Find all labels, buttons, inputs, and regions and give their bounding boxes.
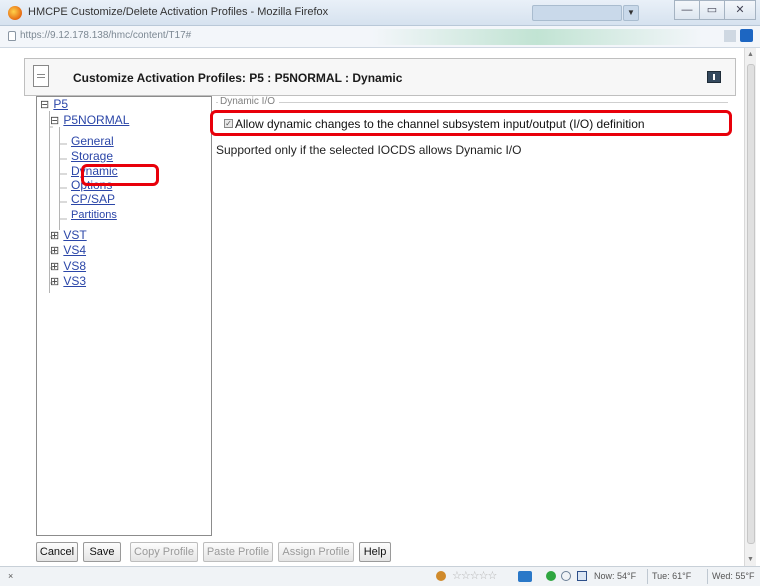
skype-icon[interactable] <box>518 571 532 582</box>
tree-node-label[interactable]: VS4 <box>63 243 86 257</box>
document-icon <box>33 65 49 87</box>
scrollbar-thumb[interactable] <box>747 64 755 544</box>
close-window-button[interactable]: ✕ <box>724 0 756 20</box>
tree-node-vs3[interactable]: ⊞ VS3 <box>50 274 86 288</box>
url-bar[interactable]: https://9.12.178.138/hmc/content/T17# <box>0 26 760 48</box>
tree-item-label[interactable]: Partitions <box>71 209 117 221</box>
weather-wed[interactable]: Wed: 55°F <box>712 571 754 581</box>
info-icon[interactable] <box>707 71 721 83</box>
scroll-up-icon[interactable]: ▲ <box>747 51 754 58</box>
tree-item-cp-sap[interactable]: CP/SAP <box>71 192 115 206</box>
status-green-icon[interactable] <box>546 571 556 581</box>
tree-node-vst[interactable]: ⊞ VST <box>50 228 87 242</box>
tree-item-label[interactable]: Storage <box>71 149 113 163</box>
maximize-button[interactable]: ▭ <box>699 0 725 20</box>
addon-gear-icon[interactable] <box>436 571 446 581</box>
tree-item-general[interactable]: General <box>71 134 114 148</box>
paste-profile-button[interactable]: Paste Profile <box>203 542 273 562</box>
tree-node-p5normal[interactable]: ⊟ P5NORMAL <box>50 113 129 127</box>
rating-stars[interactable]: ☆☆☆☆☆ <box>452 569 497 582</box>
calendar-icon[interactable] <box>577 571 587 581</box>
expand-icon[interactable]: ⊞ <box>50 244 60 257</box>
expand-icon[interactable]: ⊞ <box>50 229 60 242</box>
expand-icon[interactable]: ⊞ <box>50 275 60 288</box>
firefox-icon <box>8 6 22 20</box>
section-divider <box>216 102 728 103</box>
window-title: HMCPE Customize/Delete Activation Profil… <box>28 6 329 18</box>
tree-node-label[interactable]: VS3 <box>63 274 86 288</box>
tree-node-label[interactable]: VST <box>63 228 86 242</box>
bookmark-icon[interactable] <box>724 30 736 42</box>
addon-icon[interactable] <box>740 29 753 42</box>
search-dropdown-icon[interactable]: ▼ <box>623 5 639 21</box>
copy-profile-button[interactable]: Copy Profile <box>130 542 198 562</box>
status-separator <box>707 569 708 584</box>
weather-tue[interactable]: Tue: 61°F <box>652 571 691 581</box>
tree-node-label[interactable]: P5 <box>53 97 68 111</box>
tree-item-storage[interactable]: Storage <box>71 149 113 163</box>
lock-icon <box>8 31 16 41</box>
collapse-icon[interactable]: ⊟ <box>50 114 60 127</box>
dynamic-io-note: Supported only if the selected IOCDS all… <box>216 143 522 157</box>
section-legend: Dynamic I/O <box>218 96 280 107</box>
save-button[interactable]: Save <box>83 542 121 562</box>
status-separator <box>647 569 648 584</box>
help-button[interactable]: Help <box>359 542 391 562</box>
browser-search-input[interactable] <box>532 5 622 21</box>
close-icon[interactable]: × <box>8 571 13 581</box>
profile-tree-panel: ⊟ P5 ⊟ P5NORMAL General Storage Dynamic … <box>36 96 212 536</box>
tree-item-partitions[interactable]: Partitions <box>71 209 117 221</box>
tree-node-label[interactable]: P5NORMAL <box>63 113 129 127</box>
browser-status-bar: × ☆☆☆☆☆ Now: 54°F Tue: 61°F Wed: 55°F <box>0 566 760 586</box>
tree-node-vs4[interactable]: ⊞ VS4 <box>50 243 86 257</box>
scroll-down-icon[interactable]: ▼ <box>747 556 754 563</box>
assign-profile-button[interactable]: Assign Profile <box>278 542 354 562</box>
url-bar-glow <box>372 29 702 45</box>
page-title: Customize Activation Profiles: P5 : P5NO… <box>73 71 403 85</box>
minimize-button[interactable]: — <box>674 0 700 20</box>
tree-node-label[interactable]: VS8 <box>63 259 86 273</box>
page-header: Customize Activation Profiles: P5 : P5NO… <box>24 58 736 96</box>
cancel-button[interactable]: Cancel <box>36 542 78 562</box>
tree-node-vs8[interactable]: ⊞ VS8 <box>50 259 86 273</box>
highlight-checkbox-row <box>210 110 732 136</box>
expand-icon[interactable]: ⊞ <box>50 260 60 273</box>
tree-node-p5[interactable]: ⊟ P5 <box>40 97 68 111</box>
browser-title-bar: HMCPE Customize/Delete Activation Profil… <box>0 0 760 26</box>
info-circle-icon[interactable] <box>561 571 571 581</box>
collapse-icon[interactable]: ⊟ <box>40 98 50 111</box>
vertical-scrollbar[interactable]: ▲ ▼ <box>744 48 756 566</box>
tree-item-label[interactable]: CP/SAP <box>71 192 115 206</box>
url-text[interactable]: https://9.12.178.138/hmc/content/T17# <box>20 30 191 41</box>
highlight-dynamic-item <box>81 164 159 186</box>
weather-now[interactable]: Now: 54°F <box>594 571 636 581</box>
tree-item-label[interactable]: General <box>71 134 114 148</box>
